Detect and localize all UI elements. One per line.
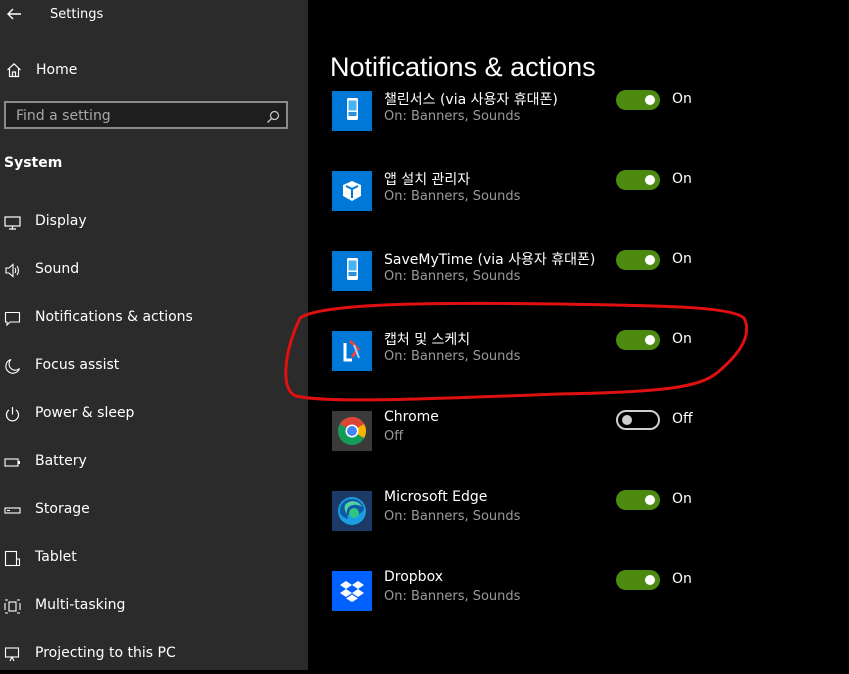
toggle-state-label: Off: [672, 411, 693, 427]
notification-toggle[interactable]: [616, 570, 660, 590]
app-status-text: On: Banners, Sounds: [384, 589, 521, 604]
app-status-text: On: Banners, Sounds: [384, 269, 521, 284]
app-notification-row: Microsoft Edge On: Banners, Sounds On: [308, 489, 849, 555]
section-title: System: [4, 155, 63, 171]
sidebar-item-notifications[interactable]: Notifications & actions: [0, 298, 308, 338]
app-notification-row: Chrome Off Off: [308, 409, 849, 475]
toggle-state-label: On: [672, 91, 692, 107]
phone-app-icon: [332, 251, 372, 291]
title-bar: Settings: [0, 0, 308, 30]
app-status-text: On: Banners, Sounds: [384, 189, 521, 204]
toggle-state-label: On: [672, 331, 692, 347]
sidebar-item-label: Focus assist: [35, 357, 120, 373]
sidebar-item-label: Projecting to this PC: [35, 645, 176, 661]
multitasking-icon: [4, 598, 21, 615]
chrome-icon: [332, 411, 372, 451]
app-name: Chrome: [384, 409, 439, 425]
notification-toggle[interactable]: [616, 410, 660, 430]
power-icon: [4, 406, 21, 423]
sidebar-item-tablet[interactable]: Tablet: [0, 538, 308, 578]
sound-icon: [4, 262, 21, 279]
moon-icon: [4, 358, 21, 375]
app-status-text: On: Banners, Sounds: [384, 109, 521, 124]
app-name: 앱 설치 관리자: [384, 172, 471, 188]
storage-icon: [4, 502, 21, 519]
app-installer-icon: [332, 171, 372, 211]
sidebar-item-display[interactable]: Display: [0, 202, 308, 242]
sidebar-item-power-sleep[interactable]: Power & sleep: [0, 394, 308, 434]
main-content: Notifications & actions 챌린서스 (via 사용자 휴대…: [308, 0, 849, 670]
sidebar-item-label: Battery: [35, 453, 87, 469]
snip-sketch-icon: [332, 331, 372, 371]
sidebar-item-label: Storage: [35, 501, 90, 517]
app-name: Dropbox: [384, 569, 443, 585]
app-name: 캡처 및 스케치: [384, 332, 471, 348]
app-name: SaveMyTime (via 사용자 휴대폰): [384, 252, 596, 268]
app-status-text: On: Banners, Sounds: [384, 349, 521, 364]
toggle-knob: [645, 175, 655, 185]
sidebar-item-focus-assist[interactable]: Focus assist: [0, 346, 308, 386]
tablet-icon: [4, 550, 21, 567]
toggle-knob: [622, 415, 632, 425]
sidebar-item-label: Power & sleep: [35, 405, 135, 421]
home-label: Home: [36, 62, 78, 78]
notification-toggle[interactable]: [616, 170, 660, 190]
edge-icon: [332, 491, 372, 531]
app-notification-row: 앱 설치 관리자 On: Banners, Sounds On: [308, 170, 849, 235]
sidebar-item-projecting[interactable]: Projecting to this PC: [0, 634, 308, 674]
sidebar-item-label: Notifications & actions: [35, 309, 193, 325]
toggle-knob: [645, 335, 655, 345]
projecting-icon: [4, 646, 21, 663]
toggle-knob: [645, 495, 655, 505]
notification-icon: [4, 310, 21, 327]
notification-toggle[interactable]: [616, 330, 660, 350]
notification-toggle[interactable]: [616, 250, 660, 270]
toggle-knob: [645, 575, 655, 585]
app-status-text: On: Banners, Sounds: [384, 509, 521, 524]
toggle-state-label: On: [672, 171, 692, 187]
dropbox-icon: [332, 571, 372, 611]
sidebar-item-multitasking[interactable]: Multi-tasking: [0, 586, 308, 626]
sidebar-item-label: Tablet: [35, 549, 77, 565]
toggle-state-label: On: [672, 491, 692, 507]
app-notification-row: 챌린서스 (via 사용자 휴대폰) On: Banners, Sounds O…: [308, 90, 849, 155]
app-name: Microsoft Edge: [384, 489, 488, 505]
notification-toggle[interactable]: [616, 490, 660, 510]
sidebar-item-label: Sound: [35, 261, 80, 277]
search-icon[interactable]: [266, 109, 280, 123]
phone-app-icon: [332, 91, 372, 131]
app-notification-row: SaveMyTime (via 사용자 휴대폰) On: Banners, So…: [308, 250, 849, 315]
sidebar-item-battery[interactable]: Battery: [0, 442, 308, 482]
home-nav-item[interactable]: Home: [0, 55, 308, 85]
sidebar-item-storage[interactable]: Storage: [0, 490, 308, 530]
sidebar-item-label: Multi-tasking: [35, 597, 126, 613]
sidebar: Settings Home Find a setting System Disp…: [0, 0, 308, 670]
app-name: 챌린서스 (via 사용자 휴대폰): [384, 92, 558, 108]
app-notification-row: 캡처 및 스케치 On: Banners, Sounds On: [308, 330, 849, 395]
app-status-text: Off: [384, 429, 404, 444]
app-notification-row: Dropbox On: Banners, Sounds On: [308, 569, 849, 635]
window-title: Settings: [50, 7, 104, 22]
toggle-knob: [645, 95, 655, 105]
search-input[interactable]: Find a setting: [4, 101, 288, 129]
search-placeholder: Find a setting: [16, 108, 111, 124]
display-icon: [4, 214, 21, 231]
toggle-state-label: On: [672, 251, 692, 267]
page-title: Notifications & actions: [330, 52, 602, 83]
battery-icon: [4, 454, 21, 471]
toggle-state-label: On: [672, 571, 692, 587]
notification-toggle[interactable]: [616, 90, 660, 110]
home-icon: [6, 62, 22, 78]
toggle-knob: [645, 255, 655, 265]
sidebar-item-sound[interactable]: Sound: [0, 250, 308, 290]
sidebar-item-label: Display: [35, 213, 87, 229]
back-arrow-icon[interactable]: [4, 4, 24, 24]
